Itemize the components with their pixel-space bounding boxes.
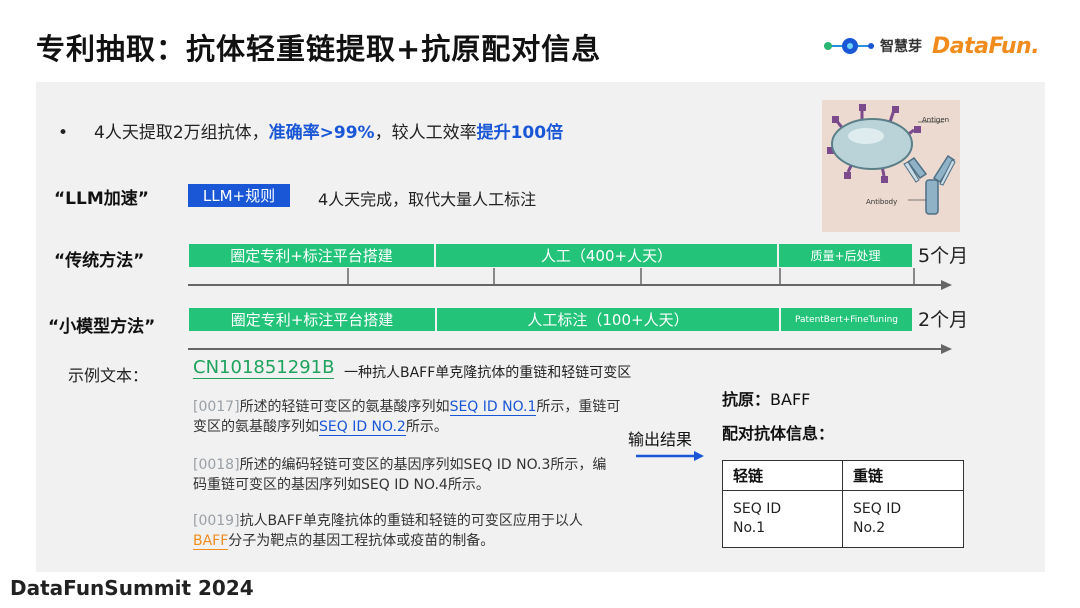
efficiency-highlight: 提升100倍 — [476, 123, 564, 143]
heavy-chain-header: 重链 — [842, 460, 964, 491]
summary-bullet: • 4人天提取2万组抗体，准确率>99%，较人工效率提升100倍 — [58, 118, 563, 143]
patent-id-link[interactable]: CN101851291B — [193, 358, 335, 379]
antigen-antibody-icon: Antigen Antibody — [827, 104, 956, 215]
cell-line-2: No.1 — [733, 520, 766, 536]
output-arrow-icon — [636, 451, 704, 461]
page-title: 专利抽取：抗体轻重链提取+抗原配对信息 — [36, 32, 602, 66]
seq-id-1: SEQ ID NO.1 — [449, 399, 537, 416]
small-model-timeline-arrow — [188, 344, 952, 354]
accuracy-highlight: 准确率>99% — [268, 123, 375, 143]
antigen-value: BAFF — [770, 390, 811, 409]
bullet-prefix: 4人天提取2万组抗体， — [94, 123, 269, 143]
paragraph-text: 所示。 — [405, 419, 448, 435]
table-header-row: 轻链 重链 — [722, 460, 964, 491]
paired-antibody-label: 配对抗体信息： — [722, 424, 835, 443]
llm-rule-tag: LLM+规则 — [188, 184, 290, 207]
paragraph-ref: [0019] — [193, 513, 240, 529]
light-chain-header: 轻链 — [722, 460, 843, 491]
zhihuiya-logo-icon — [824, 38, 874, 54]
table-row: SEQ ID No.1 SEQ ID No.2 — [722, 490, 964, 548]
seq-id-2: SEQ ID NO.2 — [319, 419, 406, 436]
traditional-row-label: “传统方法” — [54, 251, 145, 271]
small-model-segment-1: 圈定专利+标注平台搭建 — [189, 308, 435, 331]
zhihuiya-logo-text: 智慧芽 — [880, 39, 922, 55]
paragraph-ref: [0018] — [193, 457, 240, 473]
antibody-chain-table: 轻链 重链 SEQ ID No.1 SEQ ID No.2 — [722, 460, 964, 548]
datafun-logo-text: DataFun. — [932, 33, 1040, 59]
paragraph-text: 所述的编码轻链可变区的基因序列如SEQ ID NO.3所示，编码重链可变区的基因… — [193, 457, 607, 493]
small-model-segment-3: PatentBert+FineTuning — [781, 308, 912, 331]
traditional-timeline-arrow — [188, 268, 952, 290]
light-chain-cell: SEQ ID No.1 — [722, 490, 843, 548]
paragraph-0019: [0019]抗人BAFF单克隆抗体的重链和轻链的可变区应用于以人 BAFF分子为靶… — [193, 511, 613, 551]
antigen-line: 抗原：BAFF — [722, 386, 810, 410]
baff-highlight: BAFF — [193, 533, 229, 550]
paragraph-text: 抗人BAFF单克隆抗体的重链和轻链的可变区应用于以人 — [239, 513, 583, 529]
antigen-key: 抗原： — [722, 390, 771, 409]
bullet-middle: ，较人工效率 — [374, 123, 477, 143]
antigen-antibody-illustration: Antigen Antibody — [822, 100, 960, 232]
patent-title: 一种抗人BAFF单克隆抗体的重链和轻链可变区 — [344, 365, 632, 381]
paragraph-0018: [0018]所述的编码轻链可变区的基因序列如SEQ ID NO.3所示，编码重链… — [193, 455, 619, 495]
logo-group: 智慧芽 DataFun. — [822, 30, 1040, 62]
heavy-chain-cell: SEQ ID No.2 — [842, 490, 964, 548]
output-label: 输出结果 — [628, 430, 693, 449]
cell-line-2: No.2 — [853, 520, 886, 536]
paragraph-0017: [0017]所述的轻链可变区的氨基酸序列如SEQ ID NO.1所示，重链可变区… — [193, 397, 621, 437]
cell-line-1: SEQ ID — [853, 501, 902, 517]
paragraph-ref: [0017] — [193, 399, 240, 415]
antigen-caption: Antigen — [922, 116, 949, 124]
small-model-segment-2: 人工标注（100+人天） — [437, 308, 779, 331]
footer-brand: DataFunSummit 2024 — [10, 576, 254, 600]
antibody-caption: Antibody — [866, 198, 897, 206]
paragraph-text: 分子为靶点的基因工程抗体或疫苗的制备。 — [228, 533, 495, 549]
llm-description: 4人天完成，取代大量人工标注 — [318, 190, 537, 209]
small-model-row-label: “小模型方法” — [48, 317, 156, 337]
bullet-dot: • — [58, 123, 69, 143]
paragraph-text: 所述的轻链可变区的氨基酸序列如 — [239, 399, 450, 415]
small-model-duration: 2个月 — [918, 309, 969, 331]
cell-line-1: SEQ ID — [733, 501, 782, 517]
example-label: 示例文本： — [68, 366, 149, 385]
llm-row-label: “LLM加速” — [54, 189, 149, 209]
